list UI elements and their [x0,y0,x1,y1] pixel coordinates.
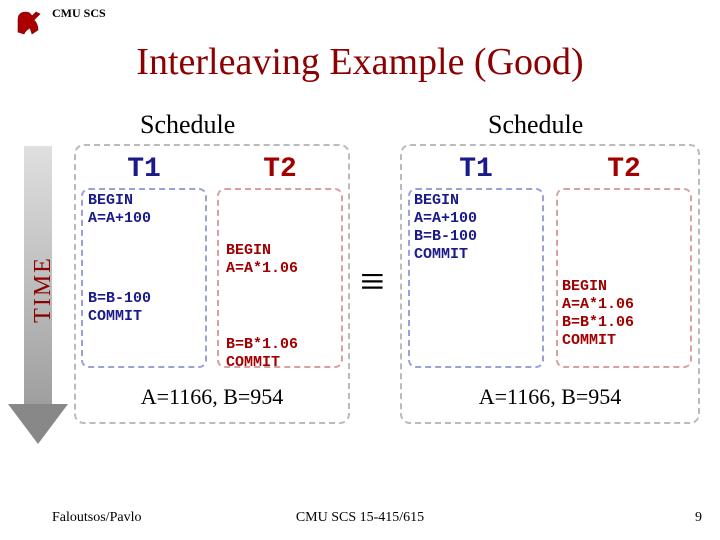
t1-header: T1 [402,154,550,185]
time-label: TIME [30,256,57,323]
griffin-logo [12,6,44,38]
time-arrow: TIME [16,146,60,446]
stmt: B=B*1.06 COMMIT [226,336,298,372]
stmt: BEGIN A=A*1.06 B=B*1.06 COMMIT [562,278,634,350]
t2-header: T2 [212,154,348,185]
result-right: A=1166, B=954 [402,384,698,410]
schedule-box-left: T1 T2 BEGIN A=A+100 BEGIN A=A*1.06 B=B-1… [74,144,350,424]
result-left: A=1166, B=954 [76,384,348,410]
t2-header: T2 [550,154,698,185]
t1-header: T1 [76,154,212,185]
header-dept: CMU SCS [52,6,106,21]
stmt: BEGIN A=A*1.06 [226,242,298,278]
schedule-label-right: Schedule [488,110,583,140]
stmt: BEGIN A=A+100 B=B-100 COMMIT [414,192,477,264]
footer-course: CMU SCS 15-415/615 [0,510,720,526]
schedule-box-right: T1 T2 BEGIN A=A+100 B=B-100 COMMIT BEGIN… [400,144,700,424]
stmt: B=B-100 COMMIT [88,290,151,326]
schedule-label-left: Schedule [140,110,235,140]
slide-title: Interleaving Example (Good) [0,40,720,84]
page-number: 9 [695,510,702,526]
stmt: BEGIN A=A+100 [88,192,151,228]
equiv-symbol: ≡ [360,256,385,307]
